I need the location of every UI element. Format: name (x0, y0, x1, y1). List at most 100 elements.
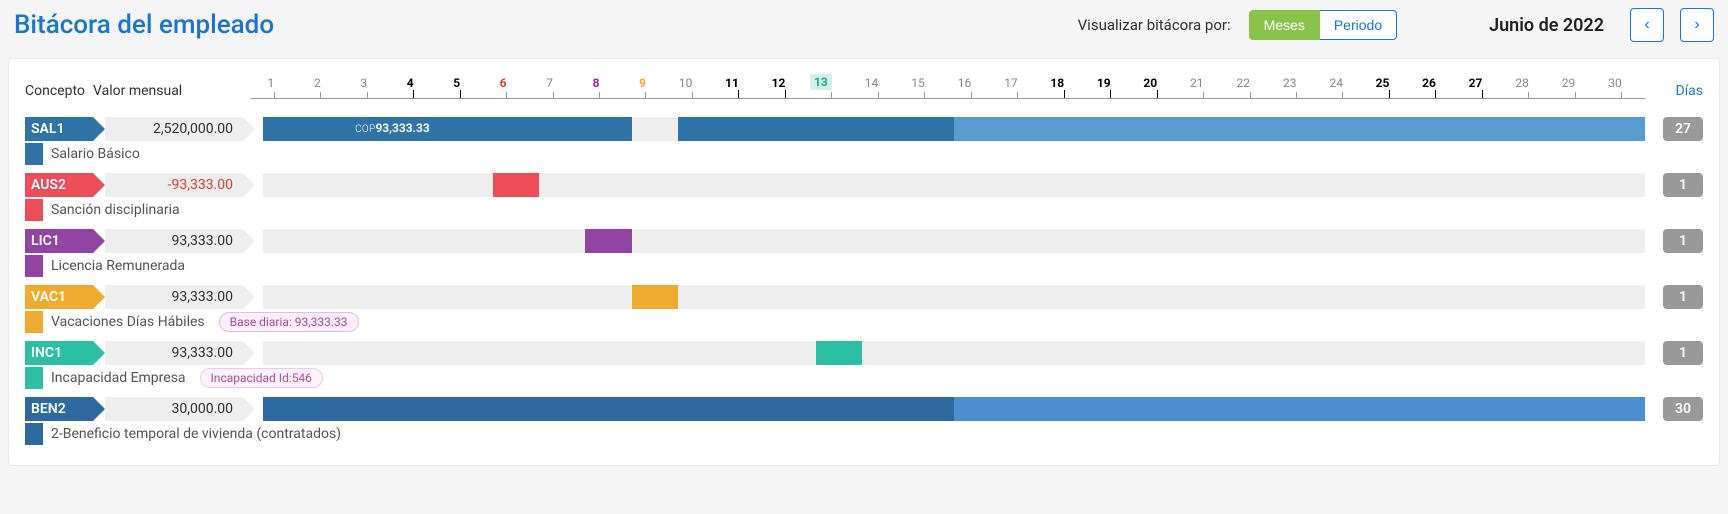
day-8: 8 (593, 76, 600, 90)
day-28: 28 (1515, 76, 1529, 90)
prev-month-button[interactable]: ‹ (1630, 8, 1664, 42)
segment[interactable] (678, 117, 816, 141)
page-title: Bitácora del empleado (14, 10, 274, 40)
value-chip: 2,520,000.00 (105, 117, 243, 141)
day-11: 11 (725, 76, 739, 90)
concept-description: 2-Beneficio temporal de vivienda (contra… (51, 426, 341, 442)
day-9: 9 (639, 76, 646, 90)
concept-row-inc1: INC1 93,333.00 1 Incapacidad Empresa Incapac… (25, 341, 1703, 389)
day-20: 20 (1143, 76, 1157, 90)
segment-label: COP93,333.33 (355, 121, 430, 135)
day-10: 10 (679, 76, 693, 90)
color-stripe (25, 255, 43, 277)
day-21: 21 (1190, 76, 1204, 90)
timeline-track (263, 285, 1645, 309)
color-stripe (25, 143, 43, 165)
concept-row-vac1: VAC193,333.001Vacaciones Días HábilesBas… (25, 285, 1703, 333)
info-pill: Incapacidad Id:546 (200, 368, 323, 388)
segment[interactable] (632, 285, 678, 309)
month-label: Junio de 2022 (1489, 15, 1604, 36)
segment[interactable] (493, 173, 539, 197)
toolbar: Bitácora del empleado Visualizar bitácor… (0, 0, 1728, 52)
header-row: Concepto Valor mensual 12345678910111213… (25, 77, 1703, 99)
view-periodo-button[interactable]: Periodo (1320, 10, 1397, 40)
day-15: 15 (911, 76, 925, 90)
code-chip[interactable]: LIC1 (25, 229, 93, 253)
day-axis: 1234567891011121314151617181920212223242… (251, 77, 1645, 99)
color-stripe (25, 367, 43, 389)
day-19: 19 (1097, 76, 1111, 90)
day-3: 3 (360, 76, 367, 90)
segment[interactable] (816, 341, 862, 365)
segment[interactable] (954, 397, 1645, 421)
col-valor-header: Valor mensual (93, 83, 231, 99)
timeline-track (263, 341, 1645, 365)
day-14: 14 (865, 76, 879, 90)
value-chip: 93,333.00 (105, 229, 243, 253)
chevron-left-icon: ‹ (1644, 16, 1649, 34)
code-chip[interactable]: INC1 (25, 341, 93, 365)
log-card: Concepto Valor mensual 12345678910111213… (8, 58, 1720, 466)
day-1: 1 (267, 76, 274, 90)
timeline-track (263, 173, 1645, 197)
concept-description: Licencia Remunerada (51, 258, 185, 274)
next-month-button[interactable]: › (1680, 8, 1714, 42)
day-2: 2 (314, 76, 321, 90)
value-chip: 30,000.00 (105, 397, 243, 421)
day-24: 24 (1329, 76, 1343, 90)
days-chip: 1 (1663, 229, 1703, 253)
day-29: 29 (1562, 76, 1576, 90)
day-22: 22 (1237, 76, 1251, 90)
concept-row-sal1: SAL1 2,520,000.00 COP93,333.33 27 Salario Bá… (25, 117, 1703, 165)
segment[interactable] (816, 117, 862, 141)
color-stripe (25, 199, 43, 221)
code-chip[interactable]: SAL1 (25, 117, 93, 141)
day-17: 17 (1004, 76, 1018, 90)
view-meses-button[interactable]: Meses (1249, 10, 1320, 40)
code-chip[interactable]: VAC1 (25, 285, 93, 309)
days-chip: 1 (1663, 285, 1703, 309)
concept-description: Vacaciones Días Hábiles (51, 314, 205, 330)
segment[interactable] (862, 117, 954, 141)
timeline-track (263, 229, 1645, 253)
concept-description: Incapacidad Empresa (51, 370, 186, 386)
day-7: 7 (546, 76, 553, 90)
segment[interactable] (585, 229, 631, 253)
col-dias-header: Días (1663, 83, 1703, 99)
day-4: 4 (407, 76, 414, 90)
chevron-right-icon: › (1694, 16, 1699, 34)
day-25: 25 (1376, 76, 1390, 90)
day-12: 12 (772, 76, 786, 90)
concept-description: Sanción disciplinaria (51, 202, 180, 218)
day-5: 5 (453, 76, 460, 90)
color-stripe (25, 423, 43, 445)
timeline-track: COP93,333.33 (263, 117, 1645, 141)
concept-rows: SAL1 2,520,000.00 COP93,333.33 27 Salario Bá… (25, 117, 1703, 445)
col-concepto-header: Concepto (25, 83, 93, 99)
days-chip: 27 (1663, 117, 1703, 141)
value-chip: 93,333.00 (105, 341, 243, 365)
concept-description: Salario Básico (51, 146, 140, 162)
days-chip: 1 (1663, 341, 1703, 365)
day-6: 6 (500, 76, 507, 90)
view-toggle: Meses Periodo (1249, 10, 1398, 40)
segment[interactable] (263, 397, 954, 421)
day-26: 26 (1422, 76, 1436, 90)
day-23: 23 (1283, 76, 1297, 90)
concept-row-lic1: LIC1 93,333.00 1 Licencia Remunerada (25, 229, 1703, 277)
info-pill: Base diaria: 93,333.33 (219, 312, 359, 332)
day-27: 27 (1469, 76, 1483, 90)
day-16: 16 (958, 76, 972, 90)
day-13: 13 (810, 74, 832, 90)
day-30: 30 (1608, 76, 1622, 90)
day-18: 18 (1050, 76, 1064, 90)
value-chip: -93,333.00 (105, 173, 243, 197)
code-chip[interactable]: BEN2 (25, 397, 93, 421)
days-chip: 1 (1663, 173, 1703, 197)
code-chip[interactable]: AUS2 (25, 173, 93, 197)
concept-row-aus2: AUS2 -93,333.00 1 Sanción disciplinaria (25, 173, 1703, 221)
concept-row-ben2: BEN230,000.00302-Beneficio temporal de v… (25, 397, 1703, 445)
segment[interactable] (954, 117, 1645, 141)
timeline-track (263, 397, 1645, 421)
segment[interactable] (263, 117, 632, 141)
